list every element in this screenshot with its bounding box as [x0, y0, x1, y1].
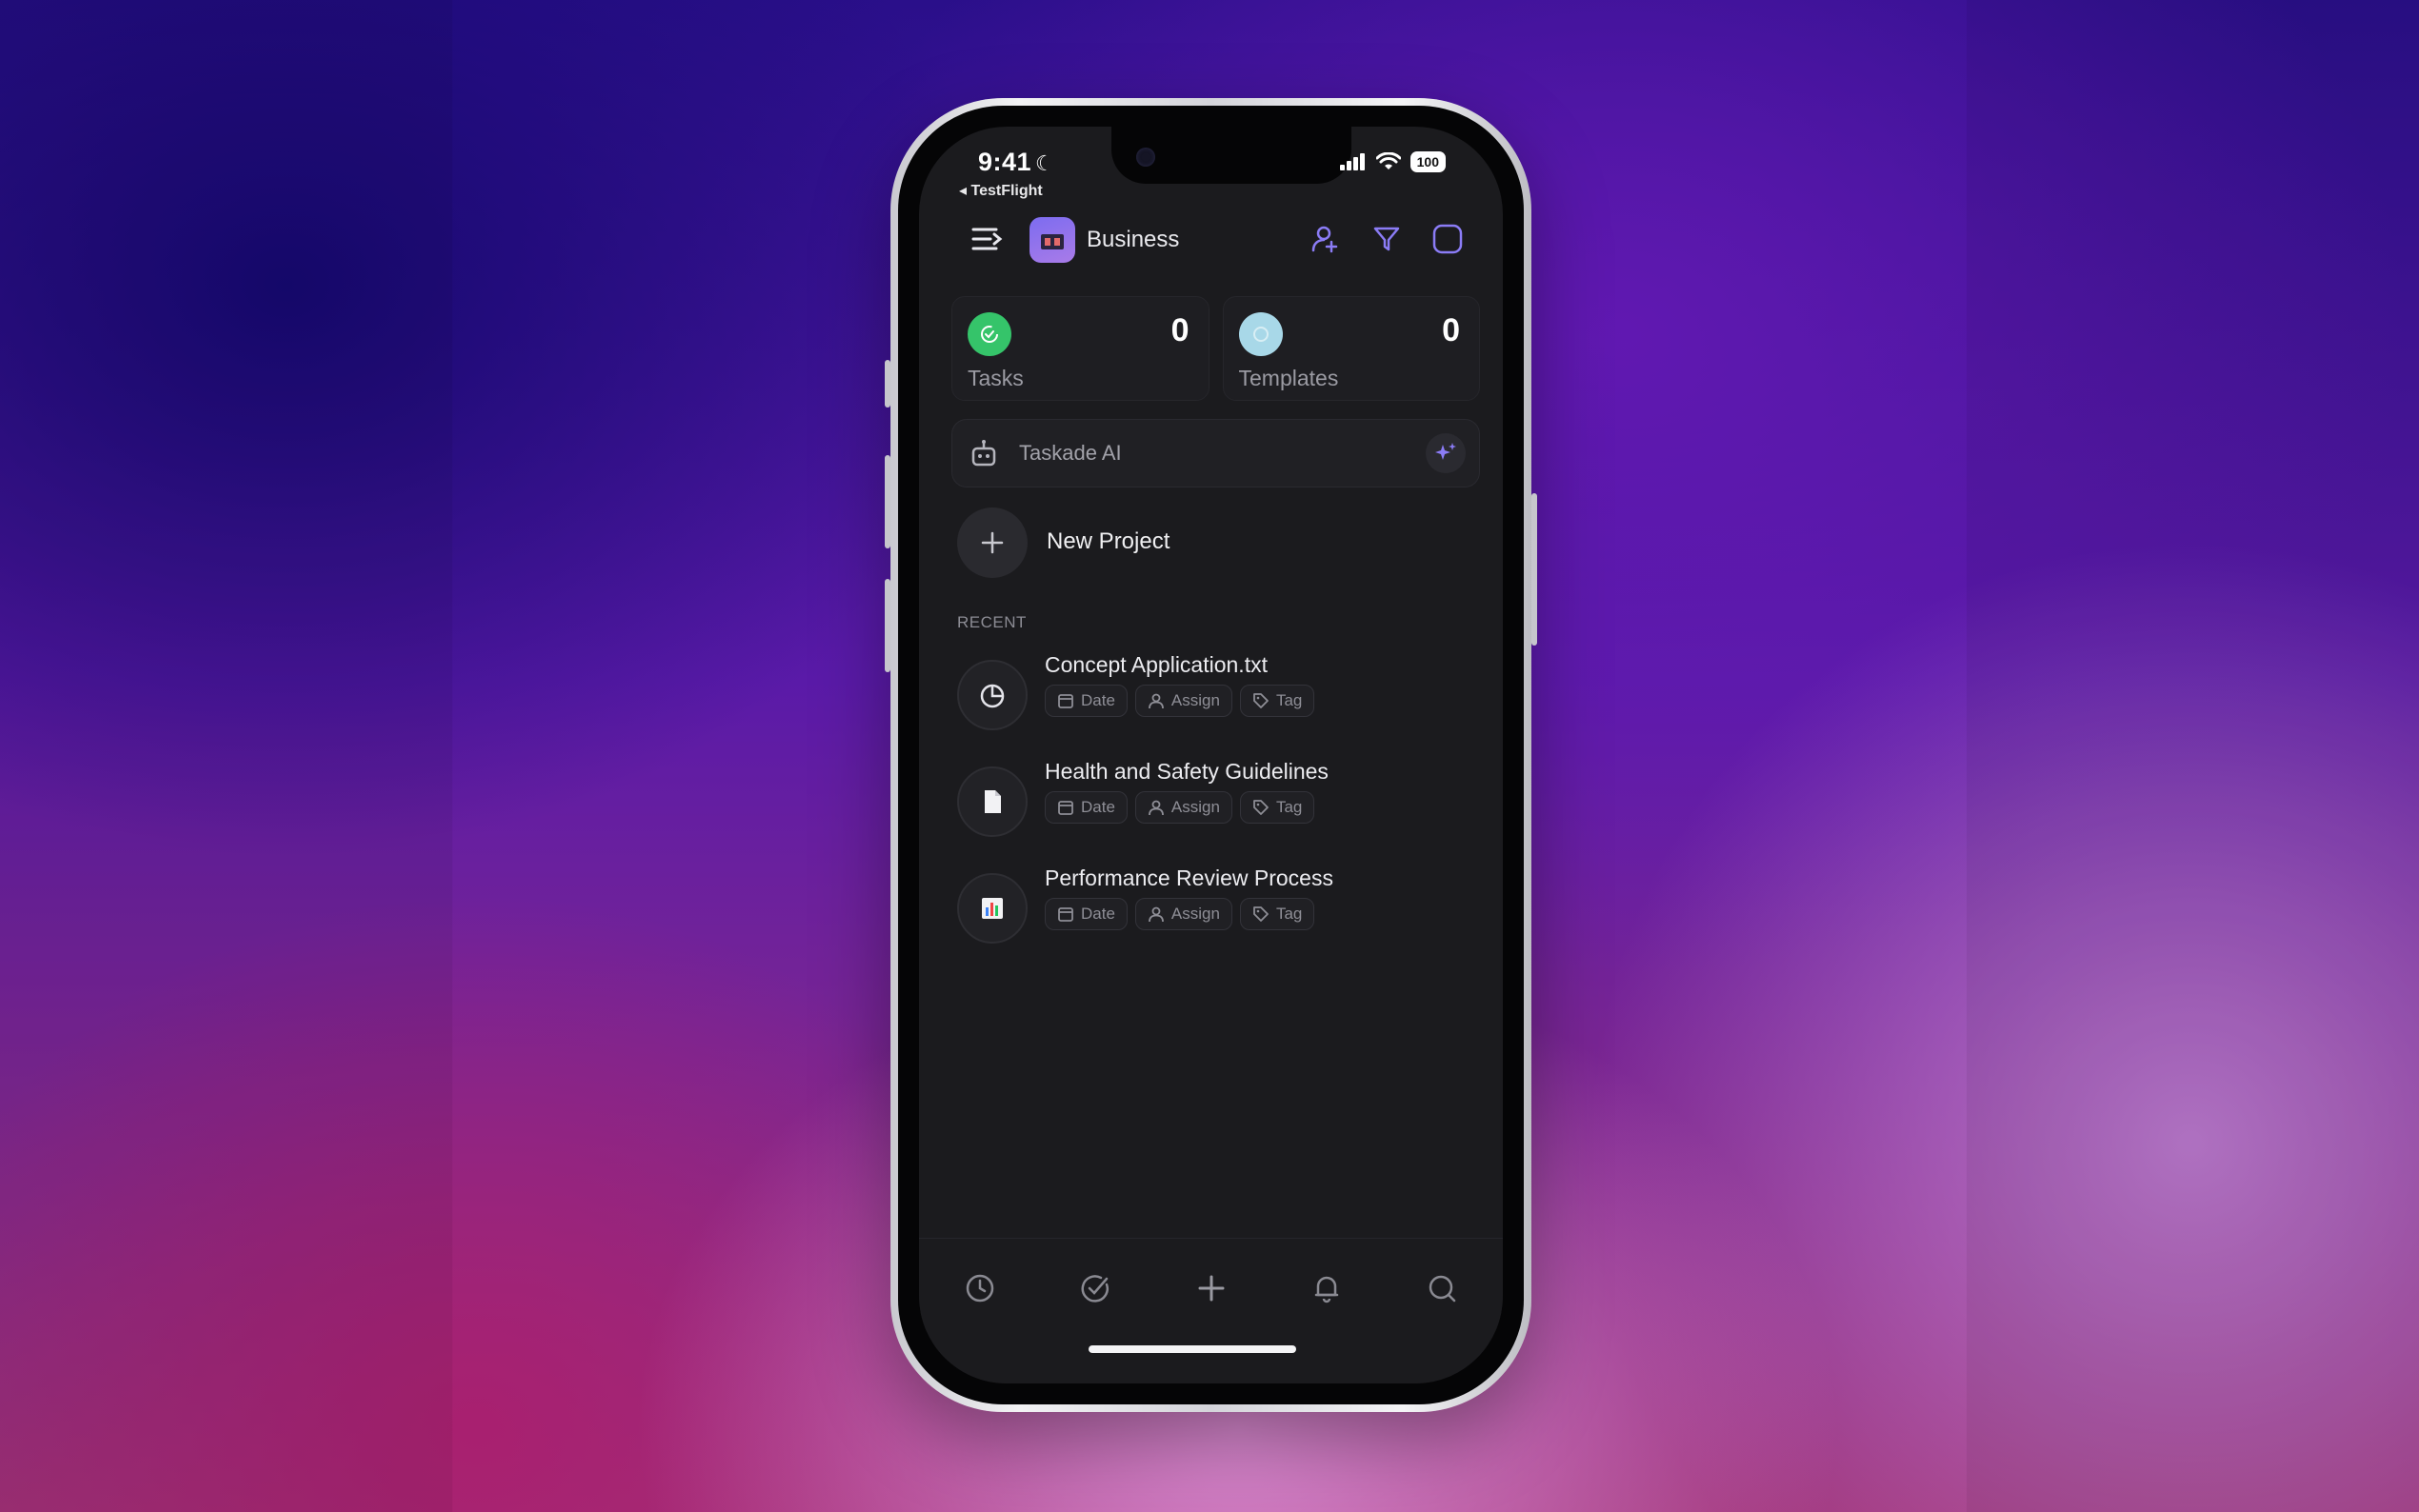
plus-icon[interactable] [1185, 1262, 1238, 1315]
user-icon [1149, 693, 1164, 709]
check-circle-icon [968, 312, 1011, 356]
calendar-icon [1058, 907, 1073, 922]
tag-chip[interactable]: Tag [1239, 791, 1315, 824]
silent-switch [885, 360, 890, 408]
search-icon[interactable] [1415, 1262, 1469, 1315]
signal-icon [1339, 153, 1365, 170]
bottom-tab-bar [919, 1238, 1503, 1383]
date-chip[interactable]: Date [1045, 898, 1128, 930]
recent-list: Concept Application.txt Date Assign Tag … [957, 652, 1474, 972]
recent-heading: RECENT [957, 613, 1027, 631]
assign-chip[interactable]: Assign [1134, 898, 1232, 930]
menu-icon[interactable] [971, 226, 1004, 257]
camera-icon [1136, 148, 1155, 167]
date-chip[interactable]: Date [1045, 791, 1128, 824]
taskade-ai-placeholder: Taskade AI [1019, 441, 1122, 465]
calendar-icon [1058, 801, 1073, 815]
assign-chip[interactable]: Assign [1134, 685, 1232, 717]
taskade-ai-input[interactable]: Taskade AI [951, 419, 1480, 487]
tag-chip[interactable]: Tag [1239, 898, 1315, 930]
history-icon[interactable] [953, 1262, 1007, 1315]
tag-icon [1253, 693, 1269, 708]
wifi-icon [1375, 152, 1401, 169]
battery-indicator: 100 [1409, 151, 1446, 172]
document-icon [957, 766, 1028, 837]
workspace-avatar[interactable] [1030, 217, 1075, 263]
date-chip[interactable]: Date [1045, 685, 1128, 717]
app-header: Business [919, 205, 1503, 271]
item-title: Performance Review Process [1045, 865, 1333, 890]
workspace-name[interactable]: Business [1087, 227, 1179, 253]
tasks-label: Tasks [968, 366, 1024, 390]
tasks-card[interactable]: 0 Tasks [951, 296, 1210, 401]
home-indicator[interactable] [1089, 1345, 1296, 1353]
template-icon [1238, 312, 1283, 356]
square-icon[interactable] [1430, 222, 1465, 256]
add-user-icon[interactable] [1309, 222, 1343, 256]
check-icon[interactable] [1069, 1262, 1122, 1315]
item-title: Health and Safety Guidelines [1045, 759, 1329, 784]
notch [1111, 127, 1351, 184]
volume-down-button [885, 579, 890, 672]
status-time: 9:41 ☾ [978, 148, 1055, 176]
tasks-count: 0 [1170, 312, 1190, 348]
app-screen: 9:41 ☾ ◂ TestFlight 100 Business 0 Tasks… [919, 127, 1503, 1383]
filter-icon[interactable] [1369, 222, 1404, 256]
stats-row: 0 Tasks 0 Templates [951, 296, 1480, 401]
assign-chip[interactable]: Assign [1134, 791, 1232, 824]
calendar-icon [1058, 694, 1073, 708]
pie-chart-icon [957, 660, 1028, 730]
phone-frame: 9:41 ☾ ◂ TestFlight 100 Business 0 Tasks… [885, 98, 1537, 1412]
volume-up-button [885, 455, 890, 548]
list-item[interactable]: Health and Safety Guidelines Date Assign [957, 759, 1474, 865]
background-right-panel [1967, 0, 2419, 1512]
new-project-button[interactable]: New Project [957, 507, 1474, 580]
templates-label: Templates [1238, 366, 1339, 390]
back-to-app-link[interactable]: ◂ TestFlight [959, 181, 1043, 200]
item-title: Concept Application.txt [1045, 652, 1268, 677]
user-icon [1149, 800, 1164, 816]
bar-chart-icon [957, 873, 1028, 944]
templates-card[interactable]: 0 Templates [1222, 296, 1480, 401]
moon-icon: ☾ [1035, 151, 1055, 175]
list-item[interactable]: Concept Application.txt Date Assign Tag [957, 652, 1474, 759]
status-indicators: 100 [1339, 151, 1446, 172]
plus-icon [957, 507, 1028, 578]
tag-icon [1253, 800, 1269, 815]
templates-count: 0 [1442, 312, 1460, 348]
tag-chip[interactable]: Tag [1239, 685, 1315, 717]
user-icon [1149, 906, 1164, 923]
tag-icon [1253, 906, 1269, 922]
bell-icon[interactable] [1300, 1262, 1353, 1315]
background-left-panel [0, 0, 452, 1512]
list-item[interactable]: Performance Review Process Date Assign T… [957, 865, 1474, 972]
robot-icon [968, 438, 1000, 475]
power-button [1531, 493, 1537, 646]
sparkle-icon[interactable] [1426, 433, 1466, 473]
new-project-label: New Project [1047, 528, 1170, 554]
